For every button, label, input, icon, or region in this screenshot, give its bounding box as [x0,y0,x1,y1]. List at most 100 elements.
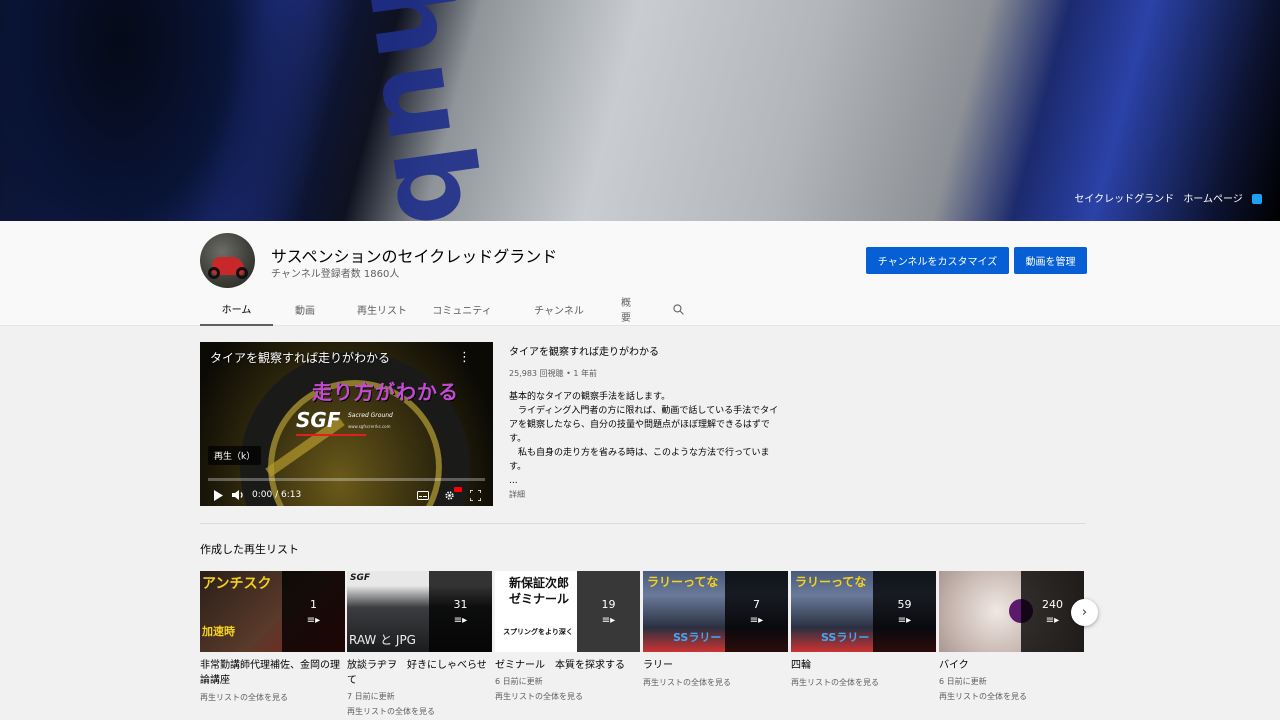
tab-about[interactable]: 概要 [621,292,639,326]
thumbnail-caption: SGF [350,573,371,583]
playlist-icon: ≡▸ [306,614,321,626]
hd-badge [454,486,462,492]
sgf-logo-bar [296,434,366,436]
playlist-updated: 6 日前に更新 [495,677,543,686]
playlist-updated: 6 日前に更新 [939,677,987,686]
featured-video-meta: 25,983 回視聴 • 1 年前 [509,369,597,378]
thumbnail-subcaption: 加速時 [202,625,235,638]
playlist-icon: ≡▸ [749,614,764,626]
playlist-count-overlay: 59 ≡▸ [873,571,936,652]
view-full-playlist-link[interactable]: 再生リストの全体を見る [791,677,936,688]
settings-icon[interactable] [439,486,462,501]
playlist-count-overlay: 31 ≡▸ [429,571,492,652]
playlist-thumbnail[interactable]: ラリーってな SSラリー 59 ≡▸ [791,571,936,652]
playlist-thumbnail[interactable]: 240 ≡▸ [939,571,1084,652]
play-icon[interactable] [208,489,228,501]
playlist-title[interactable]: バイク [939,658,1084,673]
more-vert-icon[interactable]: ⋮ [458,350,471,365]
search-icon[interactable] [661,292,695,326]
playlist-title[interactable]: 非常勤講師代理補佐、金岡の理論講座 [200,658,345,688]
sgf-logo-url: www.sgfscrerrks.com [348,424,391,429]
playlist-title[interactable]: 放談ラヂヲ 好きにしゃべらせて [347,658,492,688]
tab-community[interactable]: コミュニティ [427,292,497,326]
player-controls: 0:00 / 6:13 [200,484,493,506]
view-full-playlist-link[interactable]: 再生リストの全体を見る [347,706,492,717]
thumbnail-subcaption: RAW と JPG [349,633,416,647]
playlist-title[interactable]: ゼミナール 本質を探求する [495,658,640,673]
player-video-title[interactable]: タイアを観察すれば走りがわかる [210,349,390,366]
playlist-video-count: 59 [897,597,912,611]
playlist-thumbnail[interactable]: 新保証次郎 ゼミナール スプリングをより深く 19 ≡▸ [495,571,640,652]
sgf-logo-subtitle: Sacred Ground [348,412,393,419]
progress-bar[interactable] [208,478,485,481]
playlist-count-overlay: 19 ≡▸ [577,571,640,652]
playlist-updated: 7 日前に更新 [347,692,395,701]
featured-video-title[interactable]: タイアを観察すれば走りがわかる [509,343,659,358]
subscriber-count: チャンネル登録者数 1860人 [271,269,400,280]
section-divider [200,523,1086,524]
avatar-wheel [236,267,248,279]
playlist-video-count: 240 [1042,597,1063,611]
tab-videos[interactable]: 動画 [273,292,337,326]
customize-channel-button[interactable]: チャンネルをカスタマイズ [866,247,1009,274]
channel-avatar[interactable] [200,233,255,288]
play-tooltip: 再生（k） [208,446,262,465]
playlists-shelf-title[interactable]: 作成した再生リスト [200,541,299,557]
avatar-wheel [208,267,220,279]
playlist-thumbnail[interactable]: ラリーってな SSラリー 7 ≡▸ [643,571,788,652]
view-full-playlist-link[interactable]: 再生リストの全体を見る [495,691,640,702]
featured-video-player[interactable]: タイアを観察すれば走りがわかる ⋮ 走り方がわかる SGF Sacred Gro… [200,342,493,506]
view-full-playlist-link[interactable]: 再生リストの全体を見る [643,677,788,688]
chevron-right-icon[interactable]: › [1071,599,1098,626]
playlist-video-count: 31 [453,597,468,611]
thumbnail-subcaption: SSラリー [821,631,870,644]
playlist-icon: ≡▸ [601,614,616,626]
playlist-icon: ≡▸ [897,614,912,626]
thumbnail-caption: ラリーってな [795,575,867,589]
view-full-playlist-link[interactable]: 再生リストの全体を見る [939,691,1084,702]
channel-tabs: ホーム 動画 再生リスト コミュニティ チャンネル 概要 [200,292,695,326]
playlist-icon: ≡▸ [453,614,468,626]
tab-channels[interactable]: チャンネル [497,292,621,326]
playlist-card[interactable]: ラリーってな SSラリー 59 ≡▸ 四輪 再生リストの全体を見る [791,571,936,688]
volume-icon[interactable] [228,490,248,500]
channel-header: サスペンションのセイクレッドグランド チャンネル登録者数 1860人 チャンネル… [0,221,1280,326]
playlist-card[interactable]: ラリーってな SSラリー 7 ≡▸ ラリー 再生リストの全体を見る [643,571,788,688]
playlist-video-count: 19 [601,597,616,611]
channel-name: サスペンションのセイクレッドグランド [271,247,558,266]
channel-banner: hub SusP セイクレッドグランド ホームページ [0,0,1280,221]
banner-links: セイクレッドグランド ホームページ [1068,190,1262,205]
playlist-video-count: 1 [310,597,317,611]
playlist-icon: ≡▸ [1045,614,1060,626]
banner-link-homepage[interactable]: ホームページ [1183,194,1243,205]
subtitles-icon[interactable] [413,490,433,501]
banner-link-sacredground[interactable]: セイクレッドグランド [1074,194,1174,205]
tab-playlists[interactable]: 再生リスト [337,292,427,326]
playlist-card[interactable]: 新保証次郎 ゼミナール スプリングをより深く 19 ≡▸ ゼミナール 本質を探求… [495,571,640,702]
thumbnail-subcaption: SSラリー [673,631,722,644]
fullscreen-icon[interactable] [465,489,485,501]
playlist-card[interactable]: 240 ≡▸ バイク 6 日前に更新 再生リストの全体を見る [939,571,1084,702]
playlist-video-count: 7 [753,597,760,611]
featured-video-description: 基本的なタイアの観察手法を話します。 ライディング入門者の方に限れば、動画で話し… [509,392,779,486]
playlist-title[interactable]: 四輪 [791,658,936,673]
thumbnail-subcaption: スプリングをより深く [503,628,573,636]
playlist-thumbnail[interactable]: SGF RAW と JPG 31 ≡▸ [347,571,492,652]
playlist-card[interactable]: アンチスク 加速時 1 ≡▸ 非常勤講師代理補佐、金岡の理論講座 再生リストの全… [200,571,345,703]
twitter-icon[interactable] [1252,194,1262,204]
playlist-card[interactable]: SGF RAW と JPG 31 ≡▸ 放談ラヂヲ 好きにしゃべらせて 7 日前… [347,571,492,717]
view-full-playlist-link[interactable]: 再生リストの全体を見る [200,692,345,703]
more-details-link[interactable]: 詳細 [509,489,525,500]
sgf-logo-text: SGF [296,408,341,432]
manage-videos-button[interactable]: 動画を管理 [1014,247,1087,274]
thumbnail-overlay-text: 走り方がわかる [312,380,459,404]
playlist-thumbnail[interactable]: アンチスク 加速時 1 ≡▸ [200,571,345,652]
video-time: 0:00 / 6:13 [252,490,302,500]
banner-graphic-text: hub SusP [343,0,557,221]
thumbnail-caption: アンチスク [202,576,272,592]
tab-home[interactable]: ホーム [200,292,273,326]
playlist-count-overlay: 1 ≡▸ [282,571,345,652]
thumbnail-caption: 新保証次郎 ゼミナール [508,576,569,606]
sgf-logo: SGF Sacred Ground www.sgfscrerrks.com [296,408,398,438]
playlist-title[interactable]: ラリー [643,658,788,673]
